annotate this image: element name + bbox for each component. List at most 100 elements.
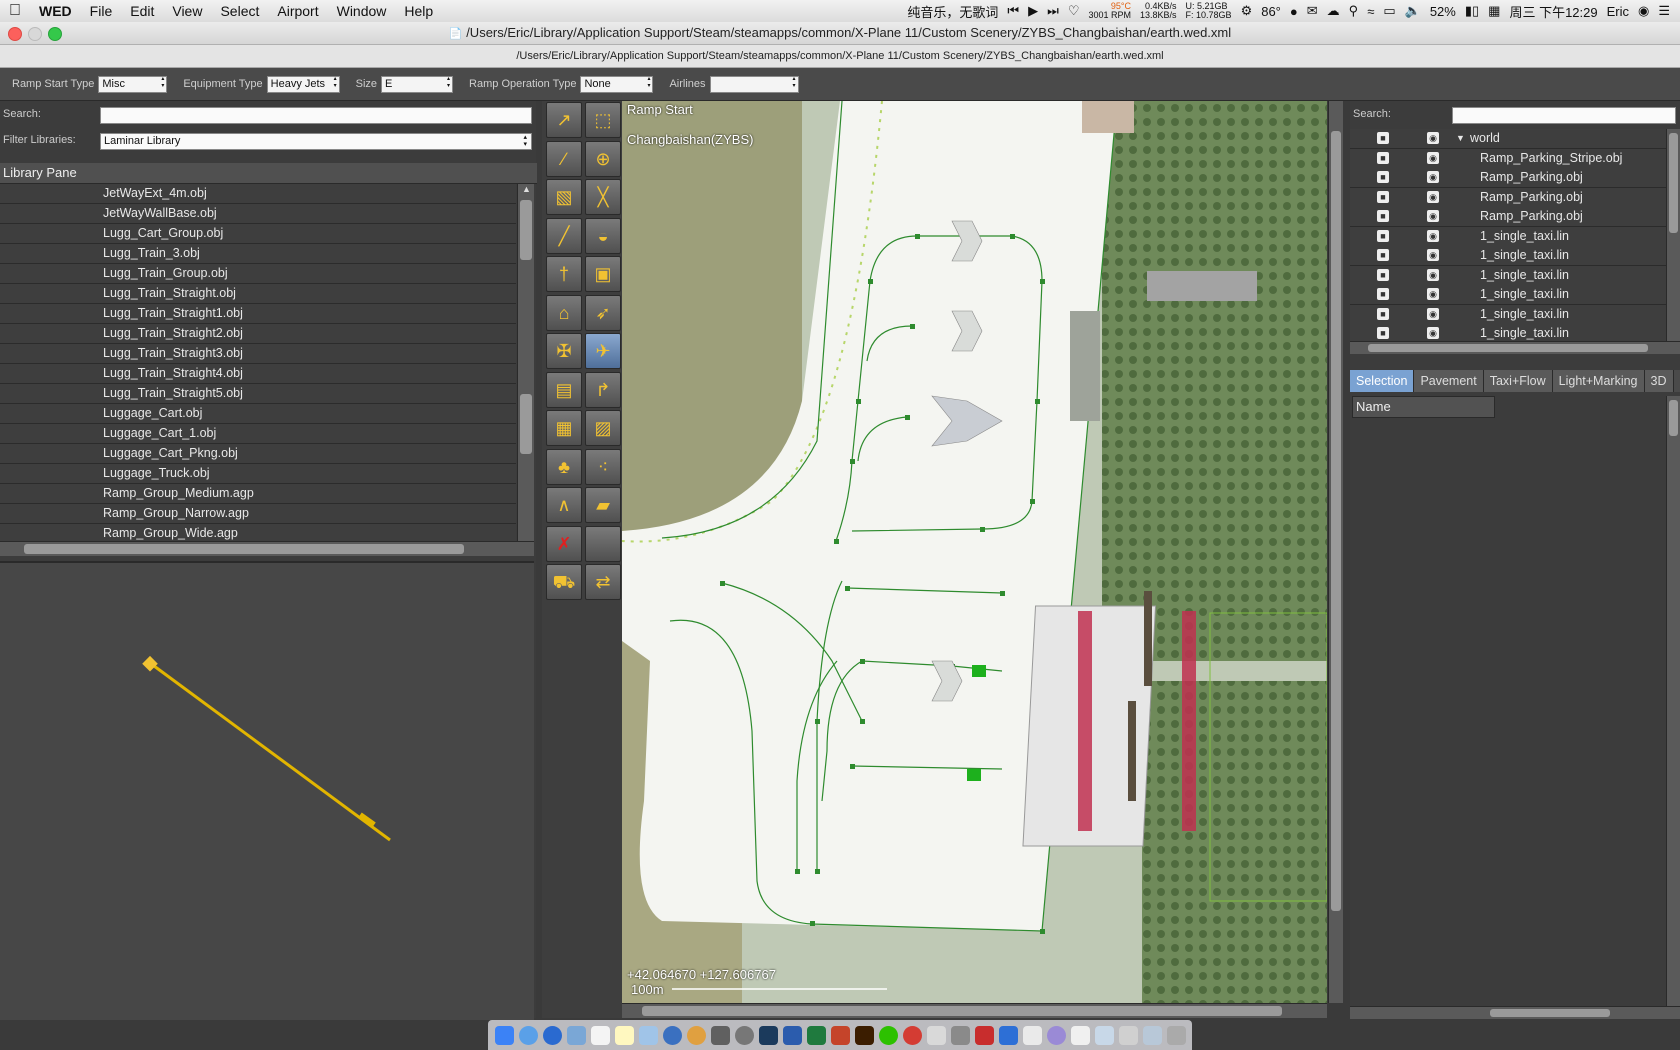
visibility-eye-icon[interactable]: ◉ xyxy=(1427,229,1439,242)
visibility-eye-icon[interactable]: ◉ xyxy=(1427,190,1439,203)
map-horizontal-scrollbar[interactable] xyxy=(622,1003,1327,1018)
attribute-horizontal-scrollbar[interactable] xyxy=(1350,1006,1680,1019)
draped-polygon-icon[interactable]: ▰ xyxy=(585,487,621,523)
user-name[interactable]: Eric xyxy=(1607,4,1629,19)
notification-center-icon[interactable]: ☰ xyxy=(1658,3,1670,19)
ramp-operation-type-select[interactable]: None xyxy=(580,75,654,93)
steam-icon[interactable] xyxy=(758,1025,778,1045)
play-icon[interactable]: ▶ xyxy=(1028,3,1038,19)
polygon-icon[interactable]: ∧ xyxy=(546,487,582,523)
lock-icon[interactable]: ■ xyxy=(1377,268,1389,281)
menu-edit[interactable]: Edit xyxy=(121,3,163,19)
lock-icon[interactable]: ■ xyxy=(1377,288,1389,300)
library-item[interactable]: Lugg_Train_Straight.obj xyxy=(0,284,516,304)
previous-track-icon[interactable]: ⏮ xyxy=(1007,3,1019,19)
battery-icon[interactable]: ▮▯ xyxy=(1465,3,1479,19)
line-marking-icon[interactable]: ⁖ xyxy=(585,448,621,485)
light-fixture-icon[interactable]: † xyxy=(546,256,582,292)
library-item[interactable]: Lugg_Train_Straight3.obj xyxy=(0,344,516,364)
hierarchy-hscroll-thumb[interactable] xyxy=(1368,344,1648,352)
ramp-start-icon[interactable]: ✈ xyxy=(585,333,621,369)
library-scroll-thumb-top[interactable] xyxy=(520,200,532,260)
photos-icon[interactable] xyxy=(638,1025,658,1045)
library-item[interactable]: JetWayExt_4m.obj xyxy=(0,184,516,204)
lock-icon[interactable]: ■ xyxy=(1377,171,1389,183)
tab-taxi-flow[interactable]: Taxi+Flow xyxy=(1483,370,1553,392)
lock-icon[interactable]: ■ xyxy=(1377,229,1389,242)
app-icon-3[interactable] xyxy=(1046,1025,1066,1045)
windsock-icon[interactable]: ➶ xyxy=(585,294,621,331)
finder-icon[interactable] xyxy=(494,1025,514,1045)
filter-libraries-select[interactable]: Laminar Library ▴ ▾ xyxy=(100,133,532,150)
library-item[interactable]: Lugg_Train_Straight4.obj xyxy=(0,364,516,384)
heart-icon[interactable]: ♡ xyxy=(1068,3,1080,19)
library-item[interactable]: Luggage_Truck.obj xyxy=(0,464,516,484)
pdf-icon[interactable] xyxy=(974,1025,994,1045)
volume-icon[interactable]: 🔈 xyxy=(1405,3,1421,19)
menu-help[interactable]: Help xyxy=(395,3,442,19)
tab-light-marking[interactable]: Light+Marking xyxy=(1552,370,1645,392)
scroll-up-icon[interactable]: ▲ xyxy=(522,184,531,194)
lock-icon[interactable]: ■ xyxy=(1377,327,1389,339)
downloads-icon[interactable] xyxy=(1142,1025,1162,1045)
lock-icon[interactable]: ■ xyxy=(1377,210,1389,222)
tab-3d[interactable]: 3D xyxy=(1644,370,1674,392)
library-item[interactable]: Lugg_Train_Straight1.obj xyxy=(0,304,516,324)
library-item[interactable]: Lugg_Cart_Group.obj xyxy=(0,224,516,244)
lock-icon[interactable]: ■ xyxy=(1377,249,1389,261)
weather-readout[interactable]: 86° xyxy=(1261,4,1281,19)
airlines-input[interactable] xyxy=(709,75,799,93)
visibility-eye-icon[interactable]: ◉ xyxy=(1427,307,1439,320)
documents-folder-icon[interactable] xyxy=(1022,1025,1042,1045)
draped-object-icon[interactable]: ▨ xyxy=(585,410,621,446)
library-item[interactable]: Ramp_Group_Medium.agp xyxy=(0,484,516,504)
menu-select[interactable]: Select xyxy=(211,3,268,19)
library-item[interactable]: JetWayWallBase.obj xyxy=(0,204,516,224)
exclusion-icon[interactable]: ✗ xyxy=(546,525,582,562)
tree-item[interactable]: ■ ◉ Ramp_Parking_Stripe.obj xyxy=(1350,148,1670,169)
battery-percent[interactable]: 52% xyxy=(1430,4,1456,19)
tower-viewpoint-icon[interactable]: ⌂ xyxy=(546,294,582,331)
marquee-arrow-icon[interactable]: ↗ xyxy=(546,102,582,138)
sealane-icon[interactable]: ╳ xyxy=(585,179,621,215)
library-item[interactable]: Lugg_Train_Straight5.obj xyxy=(0,384,516,404)
siri-icon[interactable]: ◉ xyxy=(1638,3,1649,19)
gear-icon[interactable]: ⚙ xyxy=(1241,3,1253,19)
atc-icon[interactable]: ↱ xyxy=(585,371,621,408)
tree-item[interactable]: ■ ◉ 1_single_taxi.lin xyxy=(1350,324,1670,341)
visibility-eye-icon[interactable]: ◉ xyxy=(1427,210,1439,222)
map-view[interactable]: Ramp Start Changbaishan(ZYBS) +42.064670… xyxy=(622,101,1327,1003)
library-scroll-thumb[interactable] xyxy=(520,394,532,454)
attribute-vertical-scrollbar[interactable] xyxy=(1666,396,1680,1006)
library-item[interactable]: Luggage_Cart_Pkng.obj xyxy=(0,444,516,464)
library-item[interactable]: Ramp_Group_Wide.agp xyxy=(0,524,516,541)
menu-airport[interactable]: Airport xyxy=(268,3,327,19)
powerpoint-icon[interactable] xyxy=(830,1025,850,1045)
cpu-temp-readout[interactable]: 95°C 3001 RPM xyxy=(1088,2,1131,20)
sign-icon[interactable]: ▣ xyxy=(585,256,621,292)
utility-icon[interactable] xyxy=(710,1025,730,1045)
truck-destination-icon[interactable]: ⇄ xyxy=(585,564,621,600)
runway-icon[interactable]: ∕ xyxy=(546,140,582,177)
tree-item[interactable]: ■ ◉ 1_single_taxi.lin xyxy=(1350,304,1670,325)
boundary-icon[interactable]: ◒ xyxy=(585,217,621,254)
lock-icon[interactable]: ■ xyxy=(1377,190,1389,203)
tree-item[interactable]: ■ ◉ Ramp_Parking.obj xyxy=(1350,187,1670,208)
map-hscroll-thumb[interactable] xyxy=(642,1006,1282,1016)
lock-icon[interactable]: ■ xyxy=(1377,132,1389,144)
window-thumbnail-icon-2[interactable] xyxy=(1118,1025,1138,1045)
equipment-type-select[interactable]: Heavy Jets xyxy=(266,75,340,93)
next-track-icon[interactable]: ⏭ xyxy=(1047,3,1059,19)
word-icon[interactable] xyxy=(782,1025,802,1045)
input-method-icon[interactable]: ▦ xyxy=(1488,3,1500,19)
library-item[interactable]: Ramp_Group_Narrow.agp xyxy=(0,504,516,524)
spotlight-search-icon[interactable]: ⚲ xyxy=(1349,3,1359,19)
browser-icon[interactable] xyxy=(542,1025,562,1045)
wifi-icon[interactable]: ≈ xyxy=(1367,4,1374,19)
notes-icon[interactable] xyxy=(614,1025,634,1045)
tree-item[interactable]: ■ ◉ 1_single_taxi.lin xyxy=(1350,285,1670,305)
library-vertical-scrollbar[interactable]: ▲ xyxy=(517,184,534,541)
visibility-eye-icon[interactable]: ◉ xyxy=(1427,249,1439,261)
library-item[interactable]: Lugg_Train_3.obj xyxy=(0,244,516,264)
hierarchy-vertical-scrollbar[interactable] xyxy=(1666,129,1680,341)
